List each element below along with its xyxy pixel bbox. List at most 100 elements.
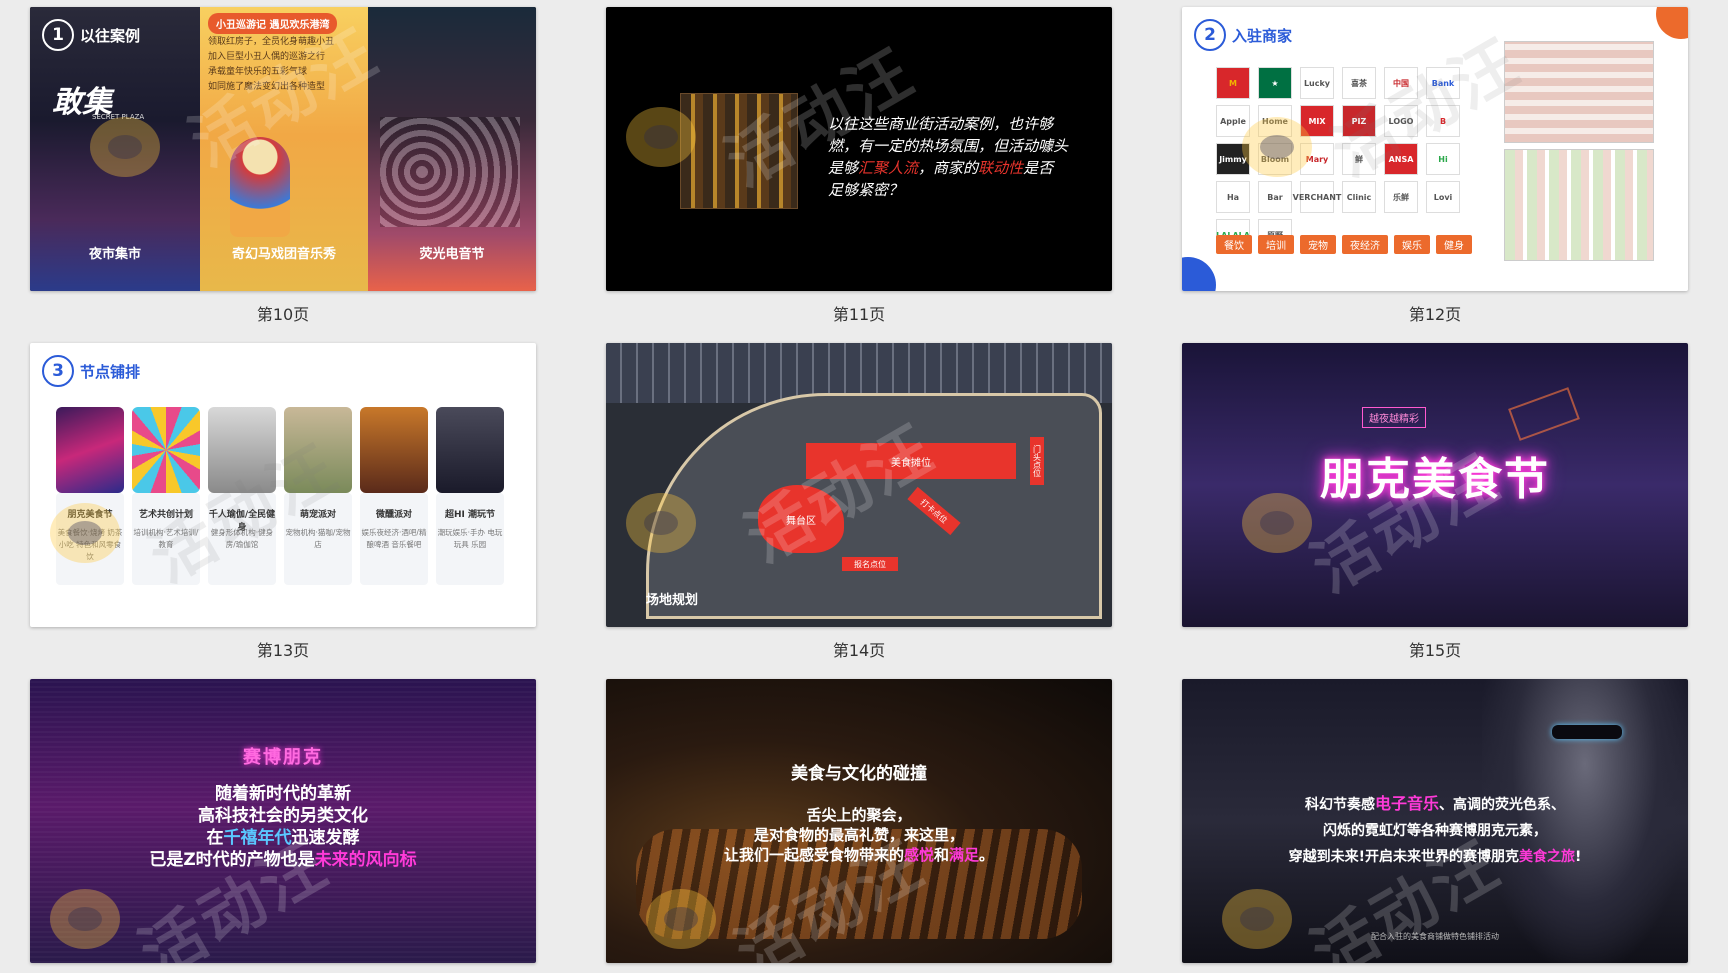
node-description: 潮玩娱乐·手办 电玩 玩具 乐园 xyxy=(437,528,503,549)
slide-thumbnail-17[interactable]: 美食与文化的碰撞 舌尖上的聚会， 是对食物的最高礼赞，来这里， 让我们一起感受食… xyxy=(606,679,1112,973)
slide-10-preview[interactable]: 1 以往案例 敢集 SECRET PLAZA 小丑巡游记 遇见欢乐港湾 领取红房… xyxy=(30,7,536,291)
text-part: ! xyxy=(1575,849,1582,865)
highlight-text: 联动性 xyxy=(978,159,1024,177)
category-tag: 餐饮 xyxy=(1216,235,1252,254)
plaza-area xyxy=(646,393,1102,619)
desc-line: 承载童年快乐的五彩气球 xyxy=(208,67,308,77)
slide-thumbnail-11[interactable]: 以往这些商业街活动案例，也许够燃，有一定的热场氛围，但活动噱头是够汇聚人流，商家… xyxy=(606,7,1112,325)
node-description: 培训机构·艺术培训/教育 xyxy=(133,528,199,549)
merchant-logo: VERCHANT xyxy=(1293,181,1341,213)
body-line: 随着新时代的革新 xyxy=(215,784,351,804)
node-label: 艺术共创计划 xyxy=(138,510,193,520)
slide-15-preview[interactable]: 越夜越精彩 朋克美食节 活动汪 xyxy=(1182,343,1688,627)
highlight-text: 未来的风向标 xyxy=(314,850,417,870)
floor-plan-map xyxy=(1504,149,1654,261)
slide-18-preview[interactable]: 科幻节奏感电子音乐、高调的荧光色系、 闪烁的霓虹灯等各种赛博朋克元素， 穿越到未… xyxy=(1182,679,1688,963)
slide-17-preview[interactable]: 美食与文化的碰撞 舌尖上的聚会， 是对食物的最高礼赞，来这里， 让我们一起感受食… xyxy=(606,679,1112,963)
category-tag: 娱乐 xyxy=(1394,235,1430,254)
slide-16-preview[interactable]: 赛博朋克 随着新时代的革新 高科技社会的另类文化 在千禧年代迅速发酵 已是Z时代… xyxy=(30,679,536,963)
body-line: 穿越到未来!开启未来世界的赛博朋克美食之旅! xyxy=(1182,844,1688,870)
slide-15-title: 朋克美食节 xyxy=(1320,454,1550,505)
category-tag: 夜经济 xyxy=(1342,235,1388,254)
slide-thumbnail-12[interactable]: 2 入驻商家 M ★ Lucky 喜茶 中国 Bank Apple Home M… xyxy=(1182,7,1688,325)
panel-label-neon: 荧光电音节 xyxy=(419,247,485,262)
slide-caption: 第13页 xyxy=(256,641,310,660)
neon-sign: 越夜越精彩 xyxy=(1362,407,1426,428)
merchant-logo: 喜茶 xyxy=(1342,67,1376,99)
slide-11-text: 以往这些商业街活动案例，也许够燃，有一定的热场氛围，但活动噱头是够汇聚人流，商家… xyxy=(828,113,1068,201)
merchant-logo: Lovi xyxy=(1426,181,1460,213)
category-tag: 宠物 xyxy=(1300,235,1336,254)
slide-11-preview[interactable]: 以往这些商业街活动案例，也许够燃，有一定的热场氛围，但活动噱头是够汇聚人流，商家… xyxy=(606,7,1112,291)
highlight-text: 汇聚人流 xyxy=(858,159,919,177)
merchant-logo: ★ xyxy=(1258,67,1292,99)
text-part: 穿越到未来!开启未来世界的赛博朋克 xyxy=(1288,849,1519,865)
merchant-logo: Lucky xyxy=(1300,67,1334,99)
merchant-logo: Bloom xyxy=(1258,143,1292,175)
highlight-text: 美食之旅 xyxy=(1519,849,1575,865)
node-image-food xyxy=(56,407,124,493)
clown-figure xyxy=(230,137,290,237)
corner-decoration xyxy=(1656,7,1688,39)
body-line: 让我们一起感受食物带来的感悦和满足。 xyxy=(606,845,1112,865)
merchant-logo: Bar xyxy=(1258,181,1292,213)
slide-caption: 第10页 xyxy=(256,305,310,324)
merchant-logo: MIX xyxy=(1300,105,1334,137)
merchant-logo-grid: M ★ Lucky 喜茶 中国 Bank Apple Home MIX PIZ … xyxy=(1216,67,1464,251)
highlight-text: 电子音乐 xyxy=(1374,794,1439,813)
banner-badge: 小丑巡游记 遇见欢乐港湾 xyxy=(208,13,338,34)
crowd-image xyxy=(380,117,520,227)
slide-13-preview[interactable]: 3 节点铺排 朋克美食节 艺术共创计划 千人瑜伽/全民健身 萌宠派对 微醺派对 … xyxy=(30,343,536,627)
slide-thumbnail-15[interactable]: 越夜越精彩 朋克美食节 活动汪 第15页 xyxy=(1182,343,1688,661)
floor-plan-map xyxy=(1504,41,1654,143)
map-zone-food-stalls: 美食摊位 xyxy=(806,443,1016,479)
body-line: 舌尖上的聚会， xyxy=(806,806,912,824)
category-tag: 健身 xyxy=(1436,235,1472,254)
merchant-logo: 鲜 xyxy=(1342,143,1376,175)
slide-12-preview[interactable]: 2 入驻商家 M ★ Lucky 喜茶 中国 Bank Apple Home M… xyxy=(1182,7,1688,291)
slide-thumbnail-13[interactable]: 3 节点铺排 朋克美食节 艺术共创计划 千人瑜伽/全民健身 萌宠派对 微醺派对 … xyxy=(30,343,536,661)
desc-line: 领取红房子，全员化身萌趣小丑 xyxy=(208,37,335,47)
merchant-logo: ANSA xyxy=(1384,143,1418,175)
merchant-logo: Hi xyxy=(1426,143,1460,175)
node-label: 朋克美食节 xyxy=(67,510,113,520)
merchant-logo: LOGO xyxy=(1384,105,1418,137)
category-tag: 培训 xyxy=(1258,235,1294,254)
futuristic-glasses xyxy=(1552,725,1622,739)
logo-subtext: SECRET PLAZA xyxy=(92,113,145,121)
node-image-yoga xyxy=(208,407,276,493)
slide-thumbnail-16[interactable]: 赛博朋克 随着新时代的革新 高科技社会的另类文化 在千禧年代迅速发酵 已是Z时代… xyxy=(30,679,536,973)
text-part: 已是Z时代的产物也是 xyxy=(149,850,315,870)
node-description: 健身形体机构·健身房/瑜伽馆 xyxy=(210,528,274,549)
node-description: 娱乐夜经济·酒吧/精酿啤酒 音乐餐吧 xyxy=(361,528,427,549)
node-description: 美食餐饮·烧烤 奶茶 小吃 特色和风零食饮 xyxy=(57,528,123,561)
neon-decoration xyxy=(1508,387,1580,441)
slide-thumbnail-14[interactable]: 美食摊位 门头点位 舞台区 打卡点位 报名点位 场地规划 活动汪 第14页 xyxy=(606,343,1112,661)
slide-18-body: 科幻节奏感电子音乐、高调的荧光色系、 闪烁的霓虹灯等各种赛博朋克元素， 穿越到未… xyxy=(1182,791,1688,870)
merchant-logo: Apple xyxy=(1216,105,1250,137)
body-line: 在千禧年代迅速发酵 xyxy=(30,827,536,849)
merchant-logo: Bank xyxy=(1426,67,1460,99)
node-image-pet xyxy=(284,407,352,493)
body-line: 科幻节奏感电子音乐、高调的荧光色系、 xyxy=(1182,791,1688,818)
map-zone-entrance: 门头点位 xyxy=(1030,437,1044,485)
text-part: 科幻节奏感 xyxy=(1304,797,1375,813)
corner-decoration xyxy=(1182,257,1216,291)
panel-label-night-market: 夜市集市 xyxy=(88,247,141,262)
panel-label-circus: 奇幻马戏团音乐秀 xyxy=(231,247,336,262)
body-line: 已是Z时代的产物也是未来的风向标 xyxy=(30,849,536,871)
slide-caption: 第11页 xyxy=(832,305,886,324)
slide-14-preview[interactable]: 美食摊位 门头点位 舞台区 打卡点位 报名点位 场地规划 活动汪 xyxy=(606,343,1112,627)
slide-17-title: 美食与文化的碰撞 xyxy=(791,764,927,784)
body-line: 是对食物的最高礼赞，来这里， xyxy=(753,826,964,844)
node-image-art xyxy=(132,407,200,493)
node-label: 微醺派对 xyxy=(375,510,412,520)
slide-13-title: 节点铺排 xyxy=(80,362,141,381)
slide-grid: 1 以往案例 敢集 SECRET PLAZA 小丑巡游记 遇见欢乐港湾 领取红房… xyxy=(0,0,1728,972)
node-image-bar xyxy=(360,407,428,493)
text-part: 、高调的荧光色系、 xyxy=(1439,797,1565,813)
slide-thumbnail-10[interactable]: 1 以往案例 敢集 SECRET PLAZA 小丑巡游记 遇见欢乐港湾 领取红房… xyxy=(30,7,536,325)
slide-thumbnail-18[interactable]: 科幻节奏感电子音乐、高调的荧光色系、 闪烁的霓虹灯等各种赛博朋克元素， 穿越到未… xyxy=(1182,679,1688,973)
highlight-text: 感悦 xyxy=(903,846,934,864)
merchant-logo: Jimmy xyxy=(1216,143,1250,175)
